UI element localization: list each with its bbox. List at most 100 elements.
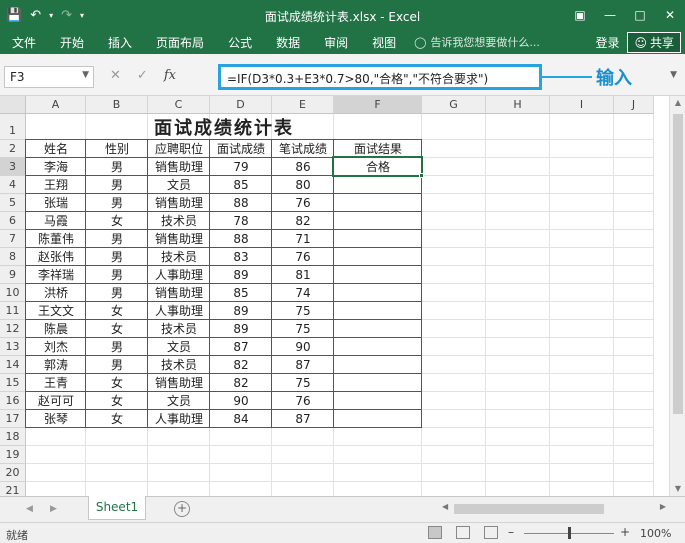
table-cell[interactable]: 87 xyxy=(210,338,272,356)
header-cell[interactable]: 应聘职位 xyxy=(148,140,210,158)
table-cell[interactable]: 赵可可 xyxy=(26,392,86,410)
row-header-20[interactable]: 20 xyxy=(0,464,26,482)
table-cell[interactable]: 销售助理 xyxy=(148,374,210,392)
table-cell[interactable]: 女 xyxy=(86,410,148,428)
table-cell[interactable]: 销售助理 xyxy=(148,230,210,248)
row-header-11[interactable]: 11 xyxy=(0,302,26,320)
table-cell[interactable]: 75 xyxy=(272,320,334,338)
column-header-c[interactable]: C xyxy=(148,96,210,114)
row-header-1[interactable]: 1 xyxy=(0,114,26,140)
table-cell[interactable]: 技术员 xyxy=(148,356,210,374)
table-cell[interactable]: 男 xyxy=(86,248,148,266)
header-cell[interactable]: 性别 xyxy=(86,140,148,158)
column-header-b[interactable]: B xyxy=(86,96,148,114)
row-header-18[interactable]: 18 xyxy=(0,428,26,446)
table-cell[interactable]: 人事助理 xyxy=(148,266,210,284)
share-button[interactable]: ☺ 共享 xyxy=(627,32,681,53)
table-cell[interactable]: 文员 xyxy=(148,176,210,194)
table-cell[interactable] xyxy=(334,212,422,230)
undo-icon[interactable]: ↶ xyxy=(30,8,41,23)
page-break-view-icon[interactable] xyxy=(484,526,498,539)
table-cell[interactable] xyxy=(334,194,422,212)
table-cell[interactable]: 76 xyxy=(272,248,334,266)
table-cell[interactable]: 90 xyxy=(272,338,334,356)
tab-insert[interactable]: 插入 xyxy=(96,34,144,51)
column-header-a[interactable]: A xyxy=(26,96,86,114)
row-header-13[interactable]: 13 xyxy=(0,338,26,356)
table-cell[interactable] xyxy=(334,338,422,356)
table-cell[interactable]: 74 xyxy=(272,284,334,302)
table-cell[interactable]: 赵张伟 xyxy=(26,248,86,266)
row-header-14[interactable]: 14 xyxy=(0,356,26,374)
header-cell[interactable]: 笔试成绩 xyxy=(272,140,334,158)
table-cell[interactable]: 王文文 xyxy=(26,302,86,320)
close-button[interactable]: ✕ xyxy=(655,0,685,30)
expand-formula-bar-icon[interactable]: ▼ xyxy=(670,70,677,80)
row-header-7[interactable]: 7 xyxy=(0,230,26,248)
table-cell[interactable] xyxy=(334,230,422,248)
enter-icon[interactable]: ✓ xyxy=(137,68,148,83)
table-cell[interactable]: 李海 xyxy=(26,158,86,176)
table-cell[interactable]: 陈晨 xyxy=(26,320,86,338)
table-cell[interactable]: 女 xyxy=(86,212,148,230)
table-cell[interactable] xyxy=(334,410,422,428)
table-cell[interactable]: 人事助理 xyxy=(148,302,210,320)
table-cell[interactable] xyxy=(334,176,422,194)
chevron-down-icon[interactable]: ▾ xyxy=(49,11,53,20)
table-cell[interactable]: 女 xyxy=(86,302,148,320)
table-cell[interactable]: 郭涛 xyxy=(26,356,86,374)
table-cell[interactable]: 80 xyxy=(272,176,334,194)
tab-file[interactable]: 文件 xyxy=(0,34,48,51)
chevron-down-icon[interactable]: ▼ xyxy=(82,70,89,80)
column-header-e[interactable]: E xyxy=(272,96,334,114)
table-cell[interactable]: 89 xyxy=(210,302,272,320)
column-header-j[interactable]: J xyxy=(614,96,654,114)
row-header-10[interactable]: 10 xyxy=(0,284,26,302)
table-cell[interactable]: 90 xyxy=(210,392,272,410)
table-cell[interactable]: 文员 xyxy=(148,392,210,410)
row-header-2[interactable]: 2 xyxy=(0,140,26,158)
column-header-d[interactable]: D xyxy=(210,96,272,114)
cancel-icon[interactable]: ✕ xyxy=(110,68,121,83)
table-cell[interactable]: 82 xyxy=(272,212,334,230)
table-cell[interactable]: 81 xyxy=(272,266,334,284)
next-sheet-icon[interactable]: ▶ xyxy=(50,504,57,514)
row-header-9[interactable]: 9 xyxy=(0,266,26,284)
table-cell[interactable]: 87 xyxy=(272,356,334,374)
table-cell[interactable]: 技术员 xyxy=(148,320,210,338)
table-cell[interactable] xyxy=(334,302,422,320)
table-cell[interactable]: 男 xyxy=(86,338,148,356)
column-header-h[interactable]: H xyxy=(486,96,550,114)
sheet-tab-sheet1[interactable]: Sheet1 xyxy=(88,496,146,520)
table-cell[interactable] xyxy=(334,320,422,338)
scroll-down-icon[interactable]: ▼ xyxy=(670,482,685,496)
scroll-up-icon[interactable]: ▲ xyxy=(670,96,685,110)
select-all-corner[interactable] xyxy=(0,96,26,114)
row-header-6[interactable]: 6 xyxy=(0,212,26,230)
table-cell[interactable]: 76 xyxy=(272,194,334,212)
worksheet-grid[interactable]: A B C D E F G H I J 1 2 3 4 5 6 7 8 9 10 11 12 13 14 15 16 17 18 19 2… xyxy=(0,96,669,496)
name-box[interactable]: F3 ▼ xyxy=(4,66,94,88)
insert-function-icon[interactable]: fx xyxy=(164,68,176,83)
tab-data[interactable]: 数据 xyxy=(264,34,312,51)
table-cell[interactable]: 85 xyxy=(210,176,272,194)
table-cell[interactable]: 王青 xyxy=(26,374,86,392)
table-cell[interactable]: 75 xyxy=(272,374,334,392)
table-cell[interactable]: 陈董伟 xyxy=(26,230,86,248)
table-cell[interactable]: 李祥瑞 xyxy=(26,266,86,284)
customize-qat-icon[interactable]: ▾ xyxy=(80,11,84,20)
ribbon-display-options-icon[interactable]: ▣ xyxy=(565,0,595,30)
table-cell[interactable]: 71 xyxy=(272,230,334,248)
tab-review[interactable]: 审阅 xyxy=(312,34,360,51)
table-cell[interactable]: 洪桥 xyxy=(26,284,86,302)
table-cell[interactable]: 88 xyxy=(210,194,272,212)
table-cell[interactable] xyxy=(334,374,422,392)
table-cell[interactable] xyxy=(334,284,422,302)
table-cell[interactable]: 刘杰 xyxy=(26,338,86,356)
normal-view-icon[interactable] xyxy=(428,526,442,539)
tab-view[interactable]: 视图 xyxy=(360,34,408,51)
row-header-21[interactable]: 21 xyxy=(0,482,26,496)
zoom-level[interactable]: 100% xyxy=(640,527,671,540)
save-icon[interactable]: 💾 xyxy=(6,8,22,23)
table-cell[interactable]: 马霞 xyxy=(26,212,86,230)
